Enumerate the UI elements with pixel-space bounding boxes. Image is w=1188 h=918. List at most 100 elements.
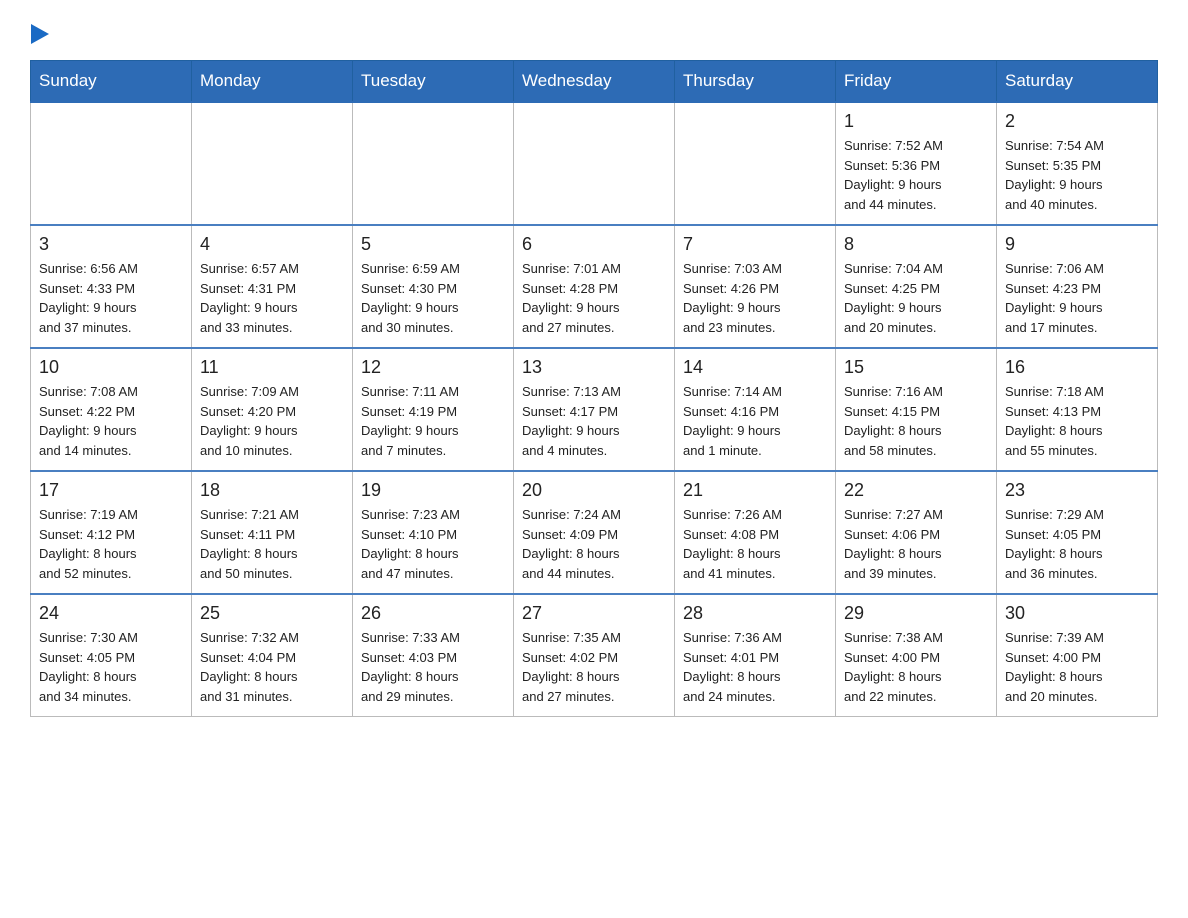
day-info: Sunrise: 7:26 AM Sunset: 4:08 PM Dayligh…	[683, 505, 827, 583]
calendar-cell	[675, 102, 836, 225]
calendar-cell: 11 Sunrise: 7:09 AM Sunset: 4:20 PM Dayli…	[192, 348, 353, 471]
calendar-cell: 17 Sunrise: 7:19 AM Sunset: 4:12 PM Dayli…	[31, 471, 192, 594]
weekday-header-monday: Monday	[192, 61, 353, 103]
weekday-header-row: SundayMondayTuesdayWednesdayThursdayFrid…	[31, 61, 1158, 103]
day-number: 27	[522, 603, 666, 624]
day-number: 20	[522, 480, 666, 501]
day-number: 25	[200, 603, 344, 624]
day-info: Sunrise: 7:08 AM Sunset: 4:22 PM Dayligh…	[39, 382, 183, 460]
day-number: 4	[200, 234, 344, 255]
day-number: 12	[361, 357, 505, 378]
calendar-cell: 22Sunrise: 7:27 AM Sunset: 4:06 PM Dayli…	[836, 471, 997, 594]
calendar-cell: 18Sunrise: 7:21 AM Sunset: 4:11 PM Dayli…	[192, 471, 353, 594]
calendar-cell: 12 Sunrise: 7:11 AM Sunset: 4:19 PM Dayli…	[353, 348, 514, 471]
day-number: 21	[683, 480, 827, 501]
day-info: Sunrise: 7:52 AM Sunset: 5:36 PM Dayligh…	[844, 136, 988, 214]
day-number: 10	[39, 357, 183, 378]
calendar-cell: 7 Sunrise: 7:03 AM Sunset: 4:26 PM Daylig…	[675, 225, 836, 348]
week-row-4: 17 Sunrise: 7:19 AM Sunset: 4:12 PM Dayli…	[31, 471, 1158, 594]
logo-triangle-icon	[31, 20, 51, 48]
calendar-cell	[31, 102, 192, 225]
calendar-cell: 20Sunrise: 7:24 AM Sunset: 4:09 PM Dayli…	[514, 471, 675, 594]
day-info: Sunrise: 7:30 AM Sunset: 4:05 PM Dayligh…	[39, 628, 183, 706]
logo-area	[30, 20, 53, 44]
weekday-header-saturday: Saturday	[997, 61, 1158, 103]
day-number: 7	[683, 234, 827, 255]
day-info: Sunrise: 7:36 AM Sunset: 4:01 PM Dayligh…	[683, 628, 827, 706]
day-number: 26	[361, 603, 505, 624]
day-info: Sunrise: 7:16 AM Sunset: 4:15 PM Dayligh…	[844, 382, 988, 460]
calendar-cell: 10 Sunrise: 7:08 AM Sunset: 4:22 PM Dayli…	[31, 348, 192, 471]
day-info: Sunrise: 7:01 AM Sunset: 4:28 PM Dayligh…	[522, 259, 666, 337]
calendar-cell	[514, 102, 675, 225]
calendar-cell: 27 Sunrise: 7:35 AM Sunset: 4:02 PM Dayli…	[514, 594, 675, 717]
day-number: 17	[39, 480, 183, 501]
week-row-2: 3Sunrise: 6:56 AM Sunset: 4:33 PM Daylig…	[31, 225, 1158, 348]
calendar-cell: 4 Sunrise: 6:57 AM Sunset: 4:31 PM Daylig…	[192, 225, 353, 348]
calendar-cell: 28 Sunrise: 7:36 AM Sunset: 4:01 PM Dayli…	[675, 594, 836, 717]
calendar-cell: 21 Sunrise: 7:26 AM Sunset: 4:08 PM Dayli…	[675, 471, 836, 594]
day-info: Sunrise: 7:19 AM Sunset: 4:12 PM Dayligh…	[39, 505, 183, 583]
day-info: Sunrise: 6:57 AM Sunset: 4:31 PM Dayligh…	[200, 259, 344, 337]
day-info: Sunrise: 7:13 AM Sunset: 4:17 PM Dayligh…	[522, 382, 666, 460]
calendar-cell: 24 Sunrise: 7:30 AM Sunset: 4:05 PM Dayli…	[31, 594, 192, 717]
day-info: Sunrise: 7:33 AM Sunset: 4:03 PM Dayligh…	[361, 628, 505, 706]
day-number: 29	[844, 603, 988, 624]
calendar-cell: 3Sunrise: 6:56 AM Sunset: 4:33 PM Daylig…	[31, 225, 192, 348]
day-number: 1	[844, 111, 988, 132]
day-number: 6	[522, 234, 666, 255]
day-number: 24	[39, 603, 183, 624]
day-number: 23	[1005, 480, 1149, 501]
day-info: Sunrise: 7:21 AM Sunset: 4:11 PM Dayligh…	[200, 505, 344, 583]
day-info: Sunrise: 7:18 AM Sunset: 4:13 PM Dayligh…	[1005, 382, 1149, 460]
weekday-header-wednesday: Wednesday	[514, 61, 675, 103]
day-number: 28	[683, 603, 827, 624]
calendar-cell: 13 Sunrise: 7:13 AM Sunset: 4:17 PM Dayli…	[514, 348, 675, 471]
day-number: 8	[844, 234, 988, 255]
calendar-cell: 26 Sunrise: 7:33 AM Sunset: 4:03 PM Dayli…	[353, 594, 514, 717]
day-info: Sunrise: 7:04 AM Sunset: 4:25 PM Dayligh…	[844, 259, 988, 337]
day-info: Sunrise: 7:39 AM Sunset: 4:00 PM Dayligh…	[1005, 628, 1149, 706]
weekday-header-thursday: Thursday	[675, 61, 836, 103]
day-number: 22	[844, 480, 988, 501]
day-info: Sunrise: 7:29 AM Sunset: 4:05 PM Dayligh…	[1005, 505, 1149, 583]
week-row-5: 24 Sunrise: 7:30 AM Sunset: 4:05 PM Dayli…	[31, 594, 1158, 717]
day-number: 14	[683, 357, 827, 378]
day-info: Sunrise: 7:35 AM Sunset: 4:02 PM Dayligh…	[522, 628, 666, 706]
day-number: 5	[361, 234, 505, 255]
day-number: 19	[361, 480, 505, 501]
day-number: 13	[522, 357, 666, 378]
day-info: Sunrise: 6:59 AM Sunset: 4:30 PM Dayligh…	[361, 259, 505, 337]
day-number: 9	[1005, 234, 1149, 255]
day-info: Sunrise: 7:38 AM Sunset: 4:00 PM Dayligh…	[844, 628, 988, 706]
calendar-cell: 29 Sunrise: 7:38 AM Sunset: 4:00 PM Dayli…	[836, 594, 997, 717]
calendar-table: SundayMondayTuesdayWednesdayThursdayFrid…	[30, 60, 1158, 717]
day-info: Sunrise: 7:09 AM Sunset: 4:20 PM Dayligh…	[200, 382, 344, 460]
day-info: Sunrise: 7:23 AM Sunset: 4:10 PM Dayligh…	[361, 505, 505, 583]
calendar-cell	[353, 102, 514, 225]
calendar-cell: 5 Sunrise: 6:59 AM Sunset: 4:30 PM Daylig…	[353, 225, 514, 348]
logo	[30, 20, 53, 48]
day-info: Sunrise: 7:03 AM Sunset: 4:26 PM Dayligh…	[683, 259, 827, 337]
day-number: 11	[200, 357, 344, 378]
day-info: Sunrise: 7:11 AM Sunset: 4:19 PM Dayligh…	[361, 382, 505, 460]
calendar-cell: 19 Sunrise: 7:23 AM Sunset: 4:10 PM Dayli…	[353, 471, 514, 594]
calendar-cell	[192, 102, 353, 225]
day-number: 3	[39, 234, 183, 255]
calendar-cell: 30Sunrise: 7:39 AM Sunset: 4:00 PM Dayli…	[997, 594, 1158, 717]
calendar-cell: 23 Sunrise: 7:29 AM Sunset: 4:05 PM Dayli…	[997, 471, 1158, 594]
page-header	[30, 20, 1158, 44]
week-row-1: 1 Sunrise: 7:52 AM Sunset: 5:36 PM Daylig…	[31, 102, 1158, 225]
day-info: Sunrise: 7:32 AM Sunset: 4:04 PM Dayligh…	[200, 628, 344, 706]
calendar-cell: 14 Sunrise: 7:14 AM Sunset: 4:16 PM Dayli…	[675, 348, 836, 471]
day-info: Sunrise: 7:54 AM Sunset: 5:35 PM Dayligh…	[1005, 136, 1149, 214]
weekday-header-tuesday: Tuesday	[353, 61, 514, 103]
day-number: 2	[1005, 111, 1149, 132]
calendar-cell: 16Sunrise: 7:18 AM Sunset: 4:13 PM Dayli…	[997, 348, 1158, 471]
day-info: Sunrise: 7:14 AM Sunset: 4:16 PM Dayligh…	[683, 382, 827, 460]
day-info: Sunrise: 7:06 AM Sunset: 4:23 PM Dayligh…	[1005, 259, 1149, 337]
calendar-cell: 8 Sunrise: 7:04 AM Sunset: 4:25 PM Daylig…	[836, 225, 997, 348]
calendar-cell: 9 Sunrise: 7:06 AM Sunset: 4:23 PM Daylig…	[997, 225, 1158, 348]
calendar-cell: 2 Sunrise: 7:54 AM Sunset: 5:35 PM Daylig…	[997, 102, 1158, 225]
calendar-cell: 15Sunrise: 7:16 AM Sunset: 4:15 PM Dayli…	[836, 348, 997, 471]
